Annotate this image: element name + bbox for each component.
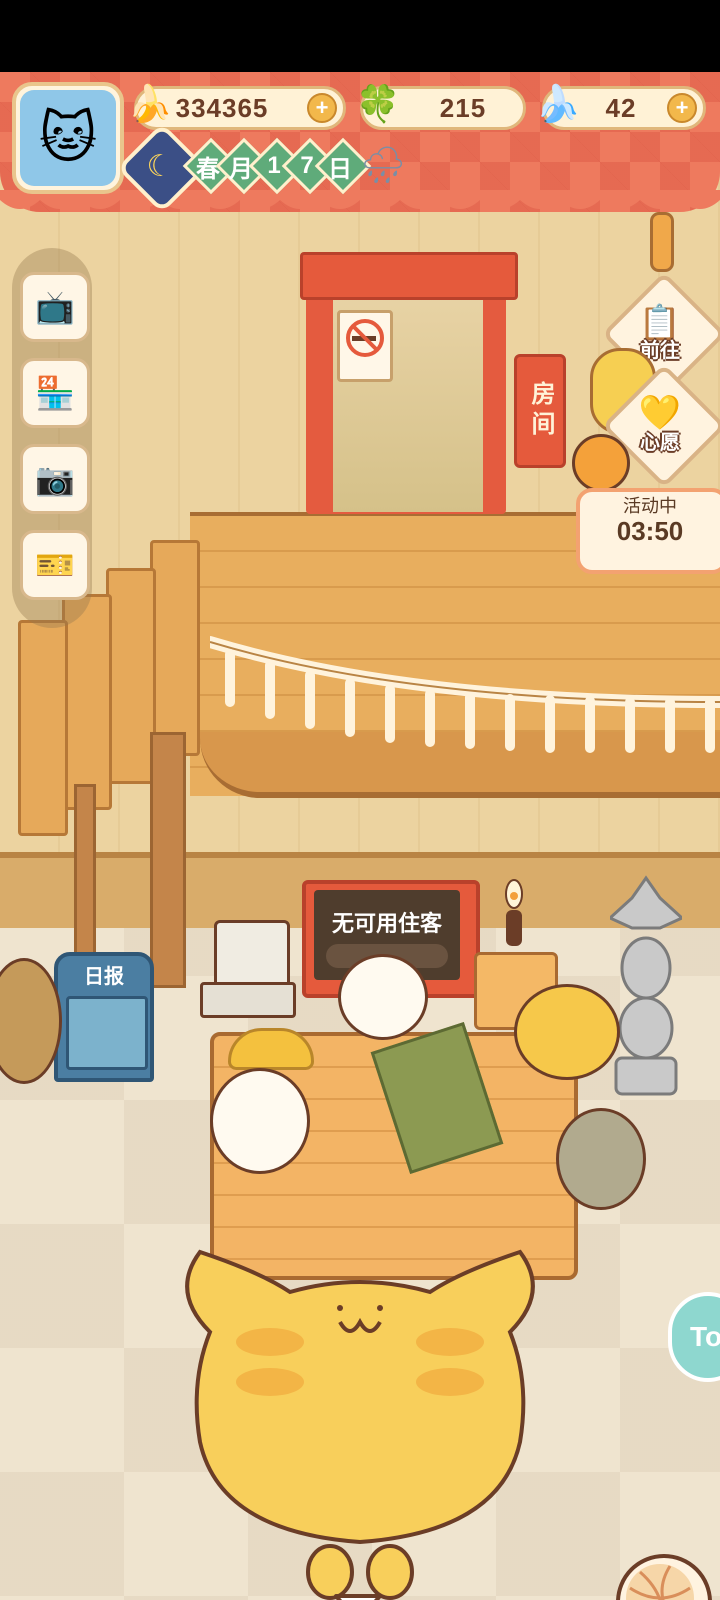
cat-avatar-icon: 🐱 [20,90,116,186]
magic-lamp [228,1028,314,1070]
yarn-ball-button[interactable] [616,1554,712,1600]
moon-icon: ☾ [146,149,174,183]
newspaper-label: 日报 [84,966,124,988]
hanging-rope [650,212,674,272]
stair-step [106,568,156,784]
banana-icon: 🍌 [127,83,173,124]
room-sign-label: 房间 [527,381,554,441]
shop-icon: 🏪 [35,375,75,411]
guest-screen-text: 无可用住客 [331,911,442,936]
rain-cloud-icon: 🌧 [360,144,406,185]
blue-banana-add-button[interactable]: + [667,93,697,123]
yarn-icon [626,1564,694,1600]
stair-step [18,620,68,836]
shop-button[interactable]: 🏪 [20,358,90,428]
no-smoking-sign [337,310,393,382]
no-smoking-icon [346,319,384,357]
hud-scallop-edge [0,190,720,209]
oil-lamp [502,872,526,952]
stair-step [150,540,200,756]
computer-base [200,982,296,1018]
stair-post [150,732,186,988]
room-sign[interactable]: 房间 [514,354,566,468]
camera-icon: 📷 [35,461,75,497]
room-door-lintel [300,252,518,300]
status-bar [0,0,720,72]
ticket-button[interactable]: 🎫 [20,530,90,600]
grey-cat-guest[interactable] [556,1108,646,1210]
calico-cat-receptionist[interactable] [338,954,428,1040]
tv-icon: 📺 [35,289,75,325]
newspaper-panel [66,996,148,1070]
computer-monitor [214,920,290,990]
game-scene: 房间 📺 🏪 📷 🎫 📋 前往 💛 心愿 活动中 03:50 无可用住客 日报 [0,72,720,1600]
tv-button[interactable]: 📺 [20,272,90,342]
clover-icon: 🍀 [355,83,401,124]
event-cat-icon[interactable] [572,434,630,492]
sheep-guest[interactable] [210,1068,310,1174]
dog-guest[interactable] [514,984,620,1080]
blue-banana-icon: 🍌 [535,83,581,124]
stair-step [62,594,112,810]
banana-add-button[interactable]: + [307,93,337,123]
yellow-cat-player[interactable] [160,1232,560,1600]
camera-button[interactable]: 📷 [20,444,90,514]
gargoyle-statue [610,875,682,1096]
wish-label: 心愿 [640,432,680,454]
scroll-down-arrow[interactable] [330,1590,386,1600]
mezzanine-railing [210,636,720,753]
event-label: 活动中 [623,496,677,516]
ticket-icon: 🎫 [35,547,75,583]
date-day-label: 日 [328,155,352,183]
event-timer: 03:50 [616,516,684,546]
